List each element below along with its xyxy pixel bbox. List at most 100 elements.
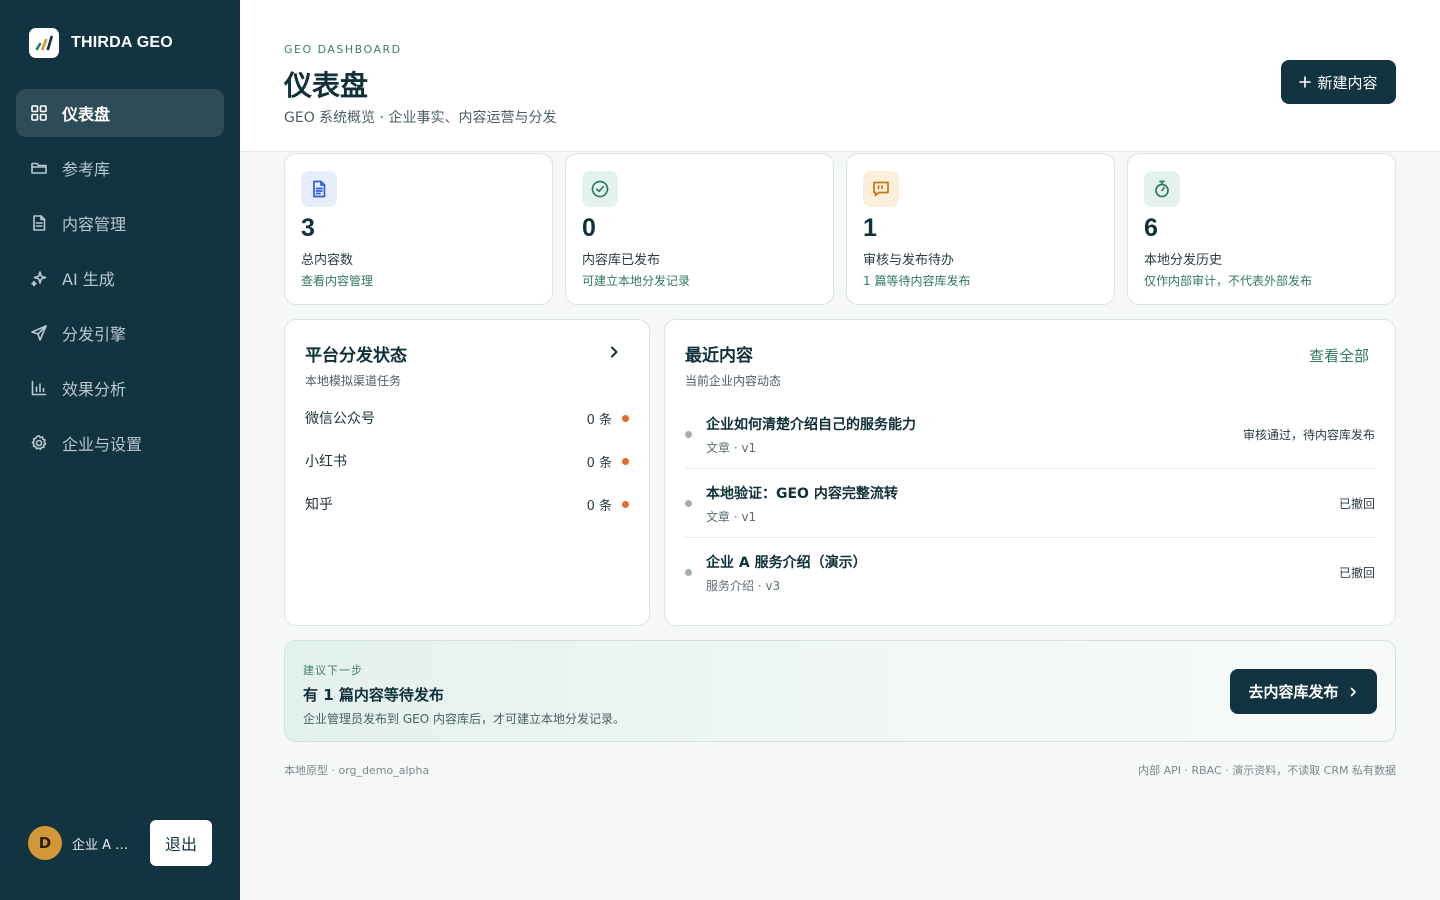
stat-icon-wrap [301,171,337,207]
platform-count: 0 条 [586,498,612,514]
stat-card-total-content: 3 总内容数 查看内容管理 [284,153,553,305]
content-meta: 服务介绍 · v3 [706,579,781,593]
document-icon [313,180,326,198]
platform-row-xiaohongshu[interactable]: 小红书 0 条 [305,450,629,472]
content-meta: 文章 · v1 [706,441,757,455]
sidebar-item-label: AI 生成 [62,270,115,289]
content-row[interactable]: 本地验证：GEO 内容完整流转 文章 · v1 已撤回 [685,469,1375,538]
send-icon [31,325,47,341]
platform-name: 知乎 [305,497,333,513]
content-row[interactable]: 企业 A 服务介绍（演示） 服务介绍 · v3 已撤回 [685,538,1375,607]
banner-description: 企业管理员发布到 GEO 内容库后，才可建立本地分发记录。 [303,712,625,726]
sidebar-item-distribution[interactable]: 分发引擎 [16,309,224,357]
user-name: 企业 A 管... [72,837,140,853]
platform-count: 0 条 [586,412,612,428]
platform-status-panel: 平台分发状态 本地模拟渠道任务 微信公众号 0 条 小红书 0 条 知乎 0 条 [284,319,650,626]
panel-title: 平台分发状态 [305,346,407,366]
go-publish-label: 去内容库发布 [1248,683,1339,701]
view-all-link[interactable]: 查看全部 [1309,345,1369,366]
platform-name: 微信公众号 [305,411,375,427]
sidebar-item-analytics[interactable]: 效果分析 [16,364,224,412]
chevron-right-icon[interactable] [607,345,621,359]
bar-chart-icon [31,380,47,396]
status-dot [622,414,629,422]
status-dot [622,457,629,465]
stat-label: 审核与发布待办 [863,253,955,268]
stat-card-review-todo: 1 审核与发布待办 1 篇等待内容库发布 [846,153,1115,305]
brand-logo-icon [29,28,59,58]
sidebar-item-label: 仪表盘 [62,105,111,124]
sidebar-item-label: 效果分析 [62,380,127,399]
sidebar-item-content[interactable]: 内容管理 [16,199,224,247]
stat-icon-wrap [1144,171,1180,207]
dashboard-grid-icon [31,105,47,121]
footer-left: 本地原型 · org_demo_alpha [284,764,430,777]
go-publish-button[interactable]: 去内容库发布 [1230,669,1377,714]
check-circle-icon [591,180,609,198]
sidebar-item-label: 内容管理 [62,215,127,234]
sidebar-item-ai-generate[interactable]: AI 生成 [16,254,224,302]
content-title: 本地验证：GEO 内容完整流转 [706,486,898,502]
stat-label: 总内容数 [301,253,354,268]
content-status: 已撤回 [1338,566,1375,580]
brand[interactable]: THIRDA GEO [29,28,173,58]
brand-name: THIRDA GEO [71,34,173,51]
content-dot [685,500,692,507]
sidebar: THIRDA GEO 仪表盘 参考库 内容管理 AI 生成 分发引擎 效果分析 [0,0,240,900]
recent-content-panel: 最近内容 当前企业内容动态 查看全部 企业如何清楚介绍自己的服务能力 文章 · … [664,319,1396,626]
content-status: 已撤回 [1338,497,1375,511]
content-meta: 文章 · v1 [706,510,757,524]
stat-card-published: 0 内容库已发布 可建立本地分发记录 [565,153,834,305]
sidebar-nav: 仪表盘 参考库 内容管理 AI 生成 分发引擎 效果分析 企业与设置 [16,89,224,474]
stat-link[interactable]: 仅作内部审计，不代表外部发布 [1144,272,1312,289]
chevron-right-icon [1350,687,1356,696]
platform-row-zhihu[interactable]: 知乎 0 条 [305,493,629,515]
sidebar-item-label: 企业与设置 [62,435,143,454]
message-icon [873,181,889,197]
sidebar-item-label: 参考库 [62,160,111,179]
sidebar-item-references[interactable]: 参考库 [16,144,224,192]
gear-icon [31,435,47,451]
platform-row-wechat[interactable]: 微信公众号 0 条 [305,407,629,429]
content-title: 企业 A 服务介绍（演示） [706,555,867,571]
stat-link[interactable]: 1 篇等待内容库发布 [863,272,970,289]
sparkles-icon [31,271,47,287]
stat-value: 0 [582,214,596,242]
user-panel: D 企业 A 管... 退出 [28,820,212,866]
content-status: 审核通过，待内容库发布 [1242,428,1375,442]
new-content-button[interactable]: 新建内容 [1281,60,1396,104]
stat-link[interactable]: 可建立本地分发记录 [582,272,690,289]
avatar[interactable]: D [28,826,62,860]
status-dot [622,500,629,508]
panel-subtitle: 本地模拟渠道任务 [305,374,402,388]
new-content-label: 新建内容 [1317,73,1378,92]
plus-icon [1299,76,1312,88]
platform-count: 0 条 [586,455,612,471]
sidebar-item-dashboard[interactable]: 仪表盘 [16,89,224,137]
next-step-banner: 建议下一步 有 1 篇内容等待发布 企业管理员发布到 GEO 内容库后，才可建立… [284,640,1396,742]
footer-right: 内部 API · RBAC · 演示资料，不读取 CRM 私有数据 [1138,764,1396,777]
banner-eyebrow: 建议下一步 [303,664,363,677]
stat-value: 6 [1144,214,1158,242]
sidebar-item-settings[interactable]: 企业与设置 [16,419,224,467]
logout-button[interactable]: 退出 [150,820,212,866]
stat-label: 本地分发历史 [1144,253,1223,268]
page-subtitle: GEO 系统概览 · 企业事实、内容运营与分发 [284,110,557,126]
stat-value: 3 [301,214,315,242]
content-row[interactable]: 企业如何清楚介绍自己的服务能力 文章 · v1 审核通过，待内容库发布 [685,400,1375,469]
page-header: GEO DASHBOARD 仪表盘 GEO 系统概览 · 企业事实、内容运营与分… [240,0,1440,152]
sidebar-item-label: 分发引擎 [62,325,127,344]
page-title: 仪表盘 [284,69,369,102]
stat-value: 1 [863,214,877,242]
document-icon [33,215,46,231]
panel-title: 最近内容 [685,346,753,366]
folder-icon [31,162,47,174]
stat-link[interactable]: 查看内容管理 [301,272,373,289]
stat-label: 内容库已发布 [582,253,661,268]
content-title: 企业如何清楚介绍自己的服务能力 [706,417,916,433]
banner-title: 有 1 篇内容等待发布 [303,686,444,704]
content-dot [685,431,692,438]
stopwatch-icon [1155,180,1169,198]
content-dot [685,569,692,576]
platform-name: 小红书 [305,454,347,470]
